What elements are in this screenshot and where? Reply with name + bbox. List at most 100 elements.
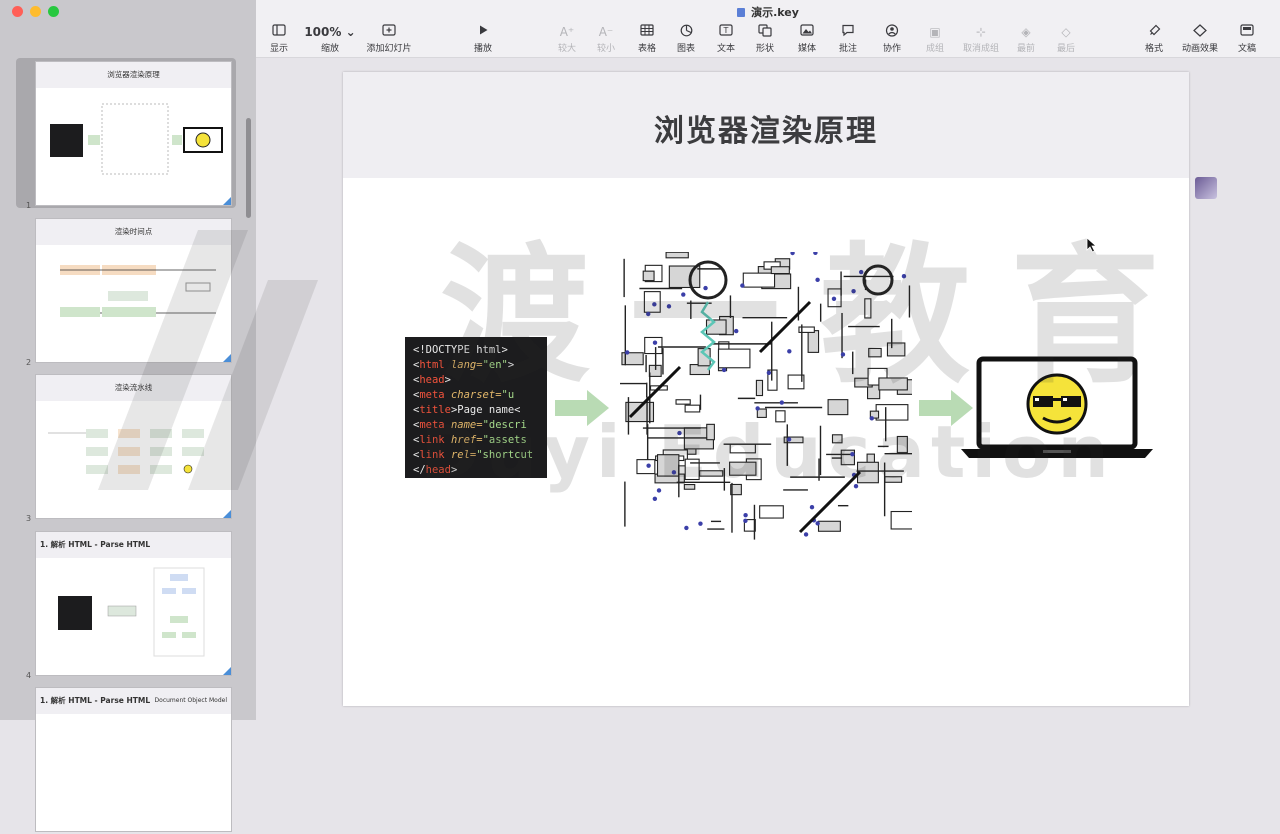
- document-panel-icon: [1217, 24, 1277, 40]
- machine-node: [666, 304, 672, 309]
- machine-part: [775, 410, 786, 423]
- machine-node: [787, 349, 792, 354]
- navigator-scrollbar[interactable]: [246, 118, 251, 218]
- machine-node: [734, 328, 739, 334]
- code-token: "shortcut: [476, 449, 534, 461]
- machine-node: [851, 288, 856, 294]
- slide-title[interactable]: 浏览器渲染原理: [343, 106, 1189, 150]
- machine-node: [652, 302, 657, 307]
- code-token: href=: [444, 434, 483, 446]
- machine-node: [869, 416, 874, 421]
- machine-part: [890, 510, 912, 530]
- svg-text:T: T: [723, 26, 729, 35]
- machine-part: [884, 476, 903, 483]
- code-token: "u: [501, 389, 515, 401]
- machine-part: [831, 434, 843, 444]
- code-line: <head>: [413, 373, 547, 388]
- machine-part: [864, 298, 872, 319]
- machine-node: [646, 311, 651, 317]
- slide-thumbnail-preview: 浏览器渲染原理: [35, 61, 232, 206]
- code-token: >: [507, 359, 515, 371]
- machine-node: [790, 252, 795, 256]
- machine-part: [684, 404, 701, 413]
- machine-node: [766, 370, 772, 375]
- code-token: >Page name<: [450, 404, 521, 416]
- machine-part: [644, 336, 663, 355]
- machine-part: [896, 435, 908, 454]
- zoom-value: 100% ⌄: [304, 25, 356, 39]
- machine-part: [827, 399, 849, 416]
- machine-part: [807, 330, 820, 353]
- mouse-cursor-icon: [1086, 237, 1098, 253]
- laptop-icon[interactable]: [959, 356, 1155, 462]
- html-code-image[interactable]: <!DOCTYPE html> <html lang="en"> <head> <…: [405, 337, 547, 478]
- back-layer-icon: ◇: [1061, 25, 1071, 39]
- slide-thumbnail-preview: 渲染流水线: [35, 374, 232, 519]
- machine-part: [755, 379, 764, 397]
- code-token: link: [419, 449, 445, 461]
- machine-part: [683, 484, 696, 490]
- machine-part: [684, 458, 700, 481]
- collaborator-avatar[interactable]: [1195, 177, 1217, 199]
- code-line: <title>Page name<: [413, 403, 547, 418]
- code-token: >: [450, 464, 458, 476]
- slide-3-miniature: [48, 429, 204, 474]
- code-line: <meta charset="u: [413, 388, 547, 403]
- machine-node: [656, 488, 662, 493]
- arrow-right-icon: [555, 390, 609, 426]
- document-button[interactable]: 文稿: [1217, 24, 1277, 56]
- machine-node: [625, 350, 630, 355]
- add-slide-button[interactable]: 添加幻灯片: [359, 24, 419, 56]
- code-token: "descri: [482, 419, 527, 431]
- slide-thumbnail-5[interactable]: 1. 解析 HTML - Parse HTML Document Object …: [16, 684, 236, 834]
- play-button[interactable]: 播放: [453, 24, 513, 56]
- machine-node: [853, 483, 859, 489]
- slide-thumbnail-3[interactable]: 3 渲染流水线: [16, 371, 236, 523]
- slide-thumbnail-4[interactable]: 4 1. 解析 HTML - Parse HTML: [16, 528, 236, 680]
- machine-node: [755, 406, 760, 411]
- machine-node: [831, 296, 837, 301]
- machine-node: [677, 430, 682, 436]
- machine-part: [729, 443, 756, 454]
- slide-thumbnail-1[interactable]: 1 浏览器渲染原理: [16, 58, 236, 210]
- zoom-window-button[interactable]: [48, 6, 59, 17]
- machine-node: [901, 274, 907, 279]
- code-token: name=: [444, 419, 483, 431]
- machine-part: [817, 520, 841, 532]
- zoom-menu[interactable]: 100% ⌄ 缩放: [300, 24, 360, 56]
- machine-part: [665, 252, 689, 259]
- code-token: <!DOCTYPE html>: [413, 344, 508, 356]
- code-token: head: [425, 464, 451, 476]
- slide-1-miniature: [50, 103, 223, 175]
- toolbar: 演示.key 显示 100% ⌄ 缩放 添加幻灯片 播放 A⁺ 较大 A⁻ 较小…: [256, 0, 1280, 58]
- machine-part: [878, 377, 908, 391]
- code-token: head: [419, 374, 445, 386]
- slide-4-miniature: [58, 567, 205, 657]
- document-title: 演示.key: [256, 4, 1280, 20]
- code-token: "assets: [482, 434, 527, 446]
- machine-node: [786, 437, 792, 442]
- machine-node: [850, 452, 855, 457]
- code-token: meta: [419, 389, 445, 401]
- machine-part: [642, 270, 655, 282]
- code-token: link: [419, 434, 445, 446]
- current-slide[interactable]: 浏览器渲染原理 <!DOCTYPE html> <html lang="en"> …: [343, 72, 1189, 706]
- machine-part: [856, 461, 879, 484]
- close-window-button[interactable]: [12, 6, 23, 17]
- machine-node: [858, 269, 864, 275]
- code-line: <link rel="shortcut: [413, 448, 547, 463]
- send-to-back-button[interactable]: ◇ 最后: [1036, 24, 1096, 56]
- machine-node: [652, 496, 658, 501]
- machine-node: [743, 518, 748, 524]
- minimize-window-button[interactable]: [30, 6, 41, 17]
- rendering-machine-image[interactable]: [620, 252, 912, 544]
- code-token: meta: [419, 419, 445, 431]
- machine-part: [886, 342, 906, 357]
- slide-thumbnail-2[interactable]: 2 渲染时间点: [16, 215, 236, 367]
- machine-node: [684, 525, 689, 531]
- code-token: charset=: [444, 389, 502, 401]
- code-line: </head>: [413, 463, 547, 478]
- machine-node: [646, 463, 651, 468]
- machine-node: [809, 505, 815, 510]
- code-token: lang=: [444, 359, 483, 371]
